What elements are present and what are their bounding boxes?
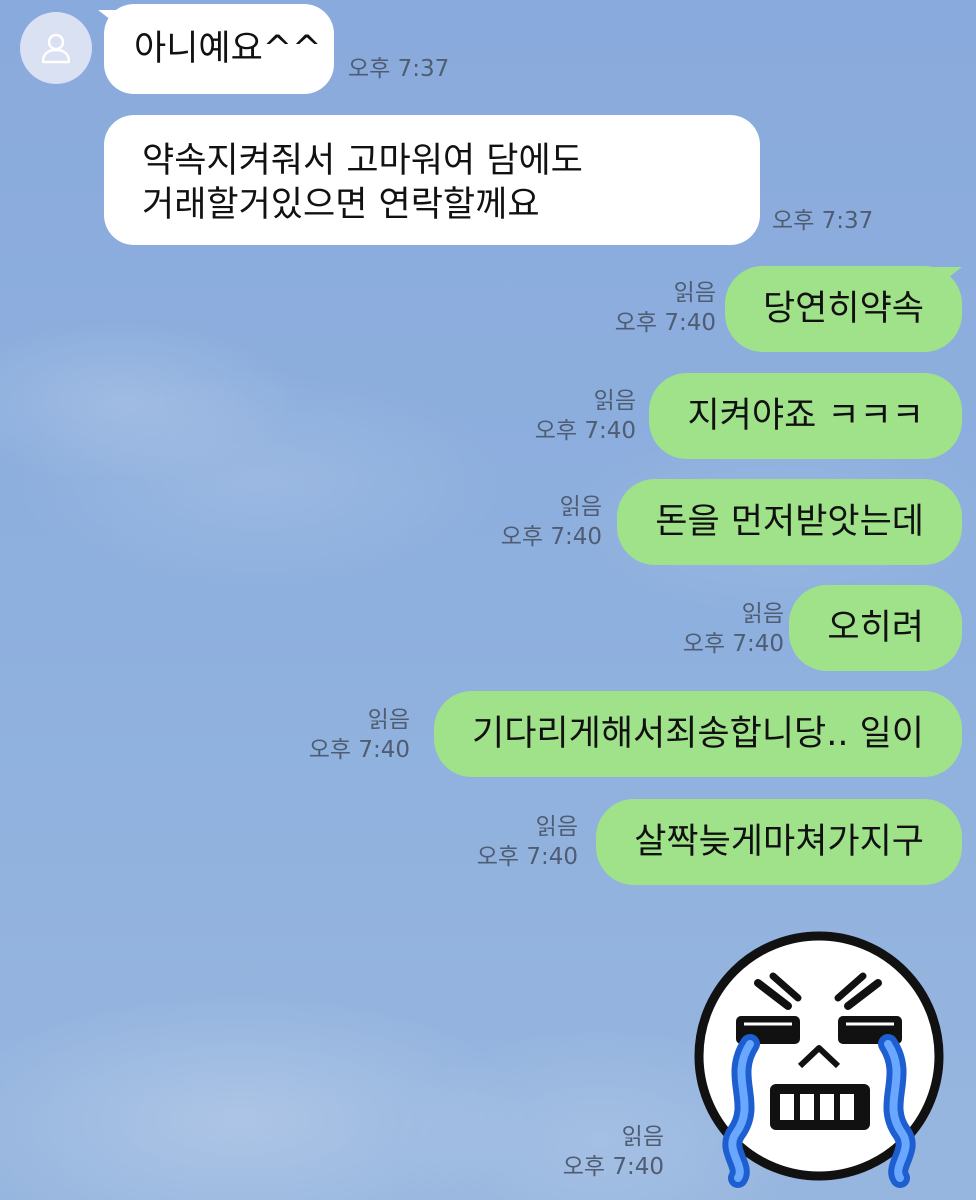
crying-face-icon [694,931,944,1188]
read-receipt: 읽음 [367,707,410,733]
message-meta: 읽음 오후 7:40 [501,492,602,552]
message-text: 돈을 먼저받앗는데 [655,502,924,542]
read-receipt: 읽음 [621,1124,664,1150]
profile-avatar[interactable] [20,12,92,84]
message-time: 오후 7:40 [682,631,784,657]
read-receipt: 읽음 [535,814,578,840]
message-text: 살짝늦게마쳐가지구 [634,822,924,862]
outgoing-message[interactable]: 오히려 [789,585,962,671]
outgoing-message[interactable]: 지켜야죠 ㅋㅋㅋ [649,373,962,459]
message-time: 오후 7:40 [500,524,602,550]
read-receipt: 읽음 [559,494,602,520]
message-meta: 읽음 오후 7:40 [309,705,410,765]
message-meta: 읽음 오후 7:40 [615,278,716,338]
outgoing-message[interactable]: 돈을 먼저받앗는데 [617,479,962,565]
person-icon [41,33,71,64]
message-text: 지켜야죠 ㅋㅋㅋ [687,396,924,436]
outgoing-message[interactable]: 기다리게해서죄송합니당.. 일이 [434,691,962,777]
read-receipt: 읽음 [741,601,784,627]
incoming-message[interactable]: 약속지켜줘서 고마워여 담에도 거래할거있으면 연락할께요 [104,115,760,245]
message-text: 오히려 [827,608,924,648]
message-meta: 읽음 오후 7:40 [535,386,636,446]
incoming-message[interactable]: 아니예요^^ [104,4,334,94]
crying-face-sticker[interactable] [688,928,950,1190]
message-time: 오후 7:40 [562,1154,664,1180]
message-time: 오후 7:40 [308,737,410,763]
message-text: 아니예요^^ [134,29,322,69]
message-meta: 읽음 오후 7:40 [563,1122,664,1182]
outgoing-message[interactable]: 당연히약속 [724,266,962,352]
outgoing-message[interactable]: 살짝늦게마쳐가지구 [596,799,962,885]
message-time: 오후 7:37 [772,208,874,234]
read-receipt: 읽음 [593,388,636,414]
message-text: 기다리게해서죄송합니당.. 일이 [472,714,924,754]
message-time: 오후 7:40 [476,844,578,870]
message-meta: 읽음 오후 7:40 [477,812,578,872]
message-text-line: 약속지켜줘서 고마워여 담에도 [142,141,583,181]
read-receipt: 읽음 [673,280,716,306]
message-text-line: 거래할거있으면 연락할께요 [142,185,540,225]
message-meta: 읽음 오후 7:40 [683,599,784,659]
message-text: 당연히약속 [762,289,924,329]
message-time: 오후 7:37 [348,56,450,82]
message-time: 오후 7:40 [614,310,716,336]
message-time: 오후 7:40 [534,418,636,444]
